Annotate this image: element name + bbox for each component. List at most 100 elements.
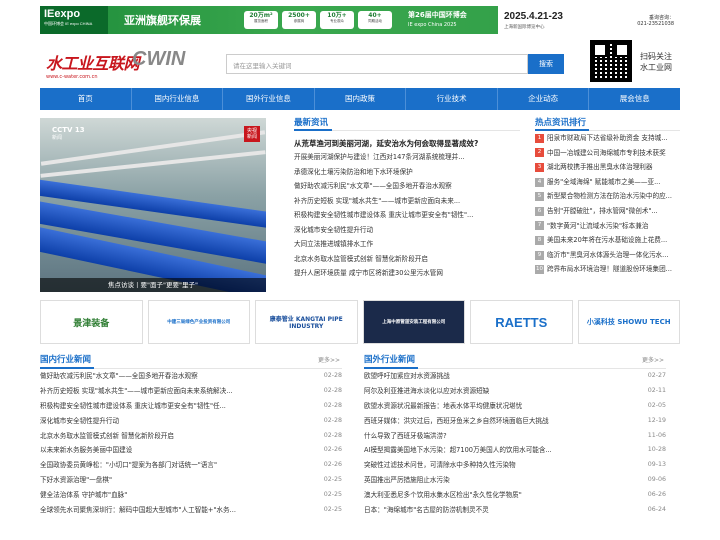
latest-headline[interactable]: 从荒草渔河到美丽河湖，延安治水为何会取得显著成效? xyxy=(294,138,520,150)
qrcode-caption: 扫码关注 水工业网 xyxy=(640,52,672,72)
cctv-logo: CCTV 13 新闻 xyxy=(52,126,85,141)
news-row[interactable]: 西班牙媒体：洪灾过后，西班牙鱼米之乡自然环境面临巨大挑战 12-19 xyxy=(364,414,666,429)
live-badge: 央视 新闻 xyxy=(244,126,260,142)
banner-phone: 021-23521038 xyxy=(637,20,674,27)
partner-logos: 景津装备 中建三局绿色产业投资有限公司 康泰管业 KANGTAI PIPE IN… xyxy=(40,300,680,344)
hot-item[interactable]: 4 服务"全域海绵" 赋能城市之美——亚... xyxy=(535,175,680,190)
hot-item[interactable]: 9 临沂市"黑臭河水体源头治理一体化污水... xyxy=(535,248,680,263)
site-logo-cn: 水工业互联网 xyxy=(46,56,140,73)
partner-logo[interactable]: 中建三局绿色产业投资有限公司 xyxy=(147,300,250,344)
latest-news-item[interactable]: 承德深化土壤污染防治和地下水环境保护 xyxy=(294,165,520,180)
hot-item[interactable]: 1 阳泉市财政局下达省级补助资金 支持城... xyxy=(535,131,680,146)
site-logo-url: www.c-water.com.cn xyxy=(46,74,98,80)
latest-news-item[interactable]: 积极构建安全韧性城市建设体系 重庆让城市更安全有"韧性"... xyxy=(294,208,520,223)
nav-company-news[interactable]: 企业动态 xyxy=(498,88,590,110)
world-news-title: 国外行业新闻 xyxy=(364,355,416,365)
search-button[interactable]: 搜索 xyxy=(528,54,564,74)
latest-news-item[interactable]: 做好助农减污利民"水文章"——全国多地开春治水观察 xyxy=(294,179,520,194)
news-row[interactable]: 阿尔及利亚推进海水淡化以应对水资源短缺 02-11 xyxy=(364,384,666,399)
hot-item[interactable]: 10 跨界布局水环境治理！隧道股份环境集团... xyxy=(535,262,680,277)
partner-logo[interactable]: RAETTS xyxy=(470,300,573,344)
nav-exhibitions[interactable]: 展会信息 xyxy=(589,88,680,110)
banner-stat: 2500+ 参展商 xyxy=(282,11,316,29)
search-input[interactable]: 请在这里输入关键词 xyxy=(226,54,528,74)
latest-news-item[interactable]: 北京水务取水监管模式创新 智慧化新阶段开启 xyxy=(294,252,520,267)
hot-item[interactable]: 2 中国一冶城建公司海绵城市专利技术获奖 xyxy=(535,146,680,161)
nav-china-industry[interactable]: 国内行业信息 xyxy=(132,88,224,110)
news-row[interactable]: 深化城市安全韧性提升行动 02-28 xyxy=(40,414,342,429)
news-row[interactable]: 补齐历史短板 实现"城水共生"——城市更新应面向未来系统解决... 02-28 xyxy=(40,384,342,399)
hot-ranking-title: 热点资讯排行 xyxy=(535,116,680,131)
latest-news-item[interactable]: 补齐历史短板 实现"城水共生"——城市更新应面向未来... xyxy=(294,194,520,209)
world-news-more-link[interactable]: 更多>> xyxy=(642,355,664,364)
china-news-more-link[interactable]: 更多>> xyxy=(318,355,340,364)
site-logo[interactable]: 水工业互联网 CWIN www.c-water.com.cn xyxy=(46,48,186,80)
rank-badge: 2 xyxy=(535,148,544,158)
partner-logo[interactable]: 小溪科技 SHOWU TECH xyxy=(577,300,680,344)
main-nav: 首页 国内行业信息 国外行业信息 国内政策 行业技术 企业动态 展会信息 xyxy=(40,88,680,110)
expo-banner[interactable]: IEexpo 中国环博会 IE expo CHINA 亚洲旗舰环保展 20万m² 展… xyxy=(40,6,680,34)
world-news-panel: 国外行业新闻 更多>> 欧盟呼吁加紧应对水资源挑战 02-27 阿尔及利亚推进海水… xyxy=(364,352,666,518)
hot-item[interactable]: 8 美国未来20年将在污水基础设施上花费... xyxy=(535,233,680,248)
latest-news-item[interactable]: 深化城市安全韧性提升行动 xyxy=(294,223,520,238)
banner-date: 2025.4.21-23 xyxy=(504,10,563,22)
news-row[interactable]: 北京水务取水监管模式创新 智慧化新阶段开启 02-28 xyxy=(40,429,342,444)
hot-item[interactable]: 5 新型聚合物检测方法在防治水污染中的应... xyxy=(535,189,680,204)
news-row[interactable]: 日本："海绵城市"名古屋的防涝机制灵不灵 06-24 xyxy=(364,503,666,518)
news-row[interactable]: 以未来新水务服务美丽中国建设 02-26 xyxy=(40,443,342,458)
partner-logo[interactable]: 康泰管业 KANGTAI PIPE INDUSTRY xyxy=(255,300,358,344)
news-row[interactable]: 积极构建安全韧性城市建设体系 重庆让城市更安全有"韧性"任... 02-28 xyxy=(40,399,342,414)
banner-venue: 上海新国际博览中心 xyxy=(504,24,545,30)
hot-item[interactable]: 6 告别"开膛破肚"，排水管网"微创术"... xyxy=(535,204,680,219)
news-row[interactable]: 全球领先水司聚焦深圳行：解码中国超大型城市"人工智能+"水务... 02-25 xyxy=(40,503,342,518)
banner-show-name: 第26届中国环博会 IE expo China 2025 xyxy=(408,10,467,28)
rank-badge: 9 xyxy=(535,250,544,260)
news-row[interactable]: 健全法治体系 守护城市"血脉" 02-25 xyxy=(40,488,342,503)
nav-world-industry[interactable]: 国外行业信息 xyxy=(223,88,315,110)
nav-china-policy[interactable]: 国内政策 xyxy=(315,88,407,110)
news-row[interactable]: 全国政协委员黄峥松："小切口"提案为各部门对话统一"语言" 02-26 xyxy=(40,458,342,473)
china-news-title: 国内行业新闻 xyxy=(40,355,92,365)
rank-badge: 8 xyxy=(535,235,544,245)
banner-phone-label: 垂询咨询： xyxy=(648,14,674,21)
site-logo-en: CWIN xyxy=(132,48,186,70)
news-row[interactable]: 下好水资源治理"一盘棋" 02-25 xyxy=(40,473,342,488)
latest-news-item[interactable]: 开展美丽河湖保护与建设！江西对147条河湖系统梳理并... xyxy=(294,150,520,165)
banner-stat: 10万+ 专业观众 xyxy=(320,11,354,29)
banner-stat: 20万m² 展览面积 xyxy=(244,11,278,29)
latest-news-item[interactable]: 提升人居环境质量 咸宁市区将新建30公里污水管网 xyxy=(294,266,520,281)
hero-caption[interactable]: 焦点访谈丨要"面子"更要"里子" xyxy=(40,278,266,292)
partner-logo[interactable]: 上海中原管道安装工程有限公司 xyxy=(362,300,465,344)
news-row[interactable]: 澳大利亚悉尼多个饮用水集水区检出"永久性化学物质" 06-26 xyxy=(364,488,666,503)
news-row[interactable]: 突破性过滤技术问世，可清除水中多种持久性污染物 09-13 xyxy=(364,458,666,473)
latest-news-panel: 最新资讯 从荒草渔河到美丽河湖，延安治水为何会取得显著成效? 开展美丽河湖保护与… xyxy=(294,116,520,281)
china-news-panel: 国内行业新闻 更多>> 做好助农减污利民"水文章"——全国多地开春治水观察 02-… xyxy=(40,352,342,518)
hot-ranking-panel: 热点资讯排行 1 阳泉市财政局下达省级补助资金 支持城... 2 中国一冶城建公司海… xyxy=(535,116,680,277)
rank-badge: 4 xyxy=(535,177,544,187)
qrcode-image xyxy=(590,40,632,82)
ieexpo-logo: IEexpo 中国环博会 IE expo CHINA xyxy=(40,6,108,34)
latest-news-item[interactable]: 大同立法推进城镇排水工作 xyxy=(294,237,520,252)
hot-item[interactable]: 7 "数字黄河"让流域水污染"标本兼治 xyxy=(535,219,680,234)
banner-stat: 40+ 同期活动 xyxy=(358,11,392,29)
nav-technology[interactable]: 行业技术 xyxy=(406,88,498,110)
rank-badge: 10 xyxy=(535,265,544,275)
news-row[interactable]: 什么导致了西班牙极端洪涝? 11-06 xyxy=(364,429,666,444)
hero-news-image[interactable]: CCTV 13 新闻 央视 新闻 焦点访谈丨要"面子"更要"里子" xyxy=(40,118,266,292)
rank-badge: 5 xyxy=(535,192,544,202)
banner-date-block: 2025.4.21-23 上海新国际博览中心 垂询咨询： 021-23521038 xyxy=(498,6,680,34)
news-row[interactable]: AI模型揭露美国地下水污染：超7100万美国人的饮用水可能含... 10-28 xyxy=(364,443,666,458)
banner-slogan: 亚洲旗舰环保展 xyxy=(124,14,201,27)
news-row[interactable]: 欧盟呼吁加紧应对水资源挑战 02-27 xyxy=(364,369,666,384)
news-row[interactable]: 做好助农减污利民"水文章"——全国多地开春治水观察 02-28 xyxy=(40,369,342,384)
rank-badge: 3 xyxy=(535,162,544,172)
partner-logo[interactable]: 景津装备 xyxy=(40,300,143,344)
rank-badge: 7 xyxy=(535,221,544,231)
news-row[interactable]: 英国推出严厉措施阻止水污染 09-06 xyxy=(364,473,666,488)
latest-news-title: 最新资讯 xyxy=(294,116,520,131)
news-row[interactable]: 欧盟水资源状况最新报告：地表水体平均健康状况堪忧 02-05 xyxy=(364,399,666,414)
hot-item[interactable]: 3 湖北两校携手推出黑臭水体治理利器 xyxy=(535,160,680,175)
rank-badge: 1 xyxy=(535,133,544,143)
rank-badge: 6 xyxy=(535,206,544,216)
nav-home[interactable]: 首页 xyxy=(40,88,132,110)
